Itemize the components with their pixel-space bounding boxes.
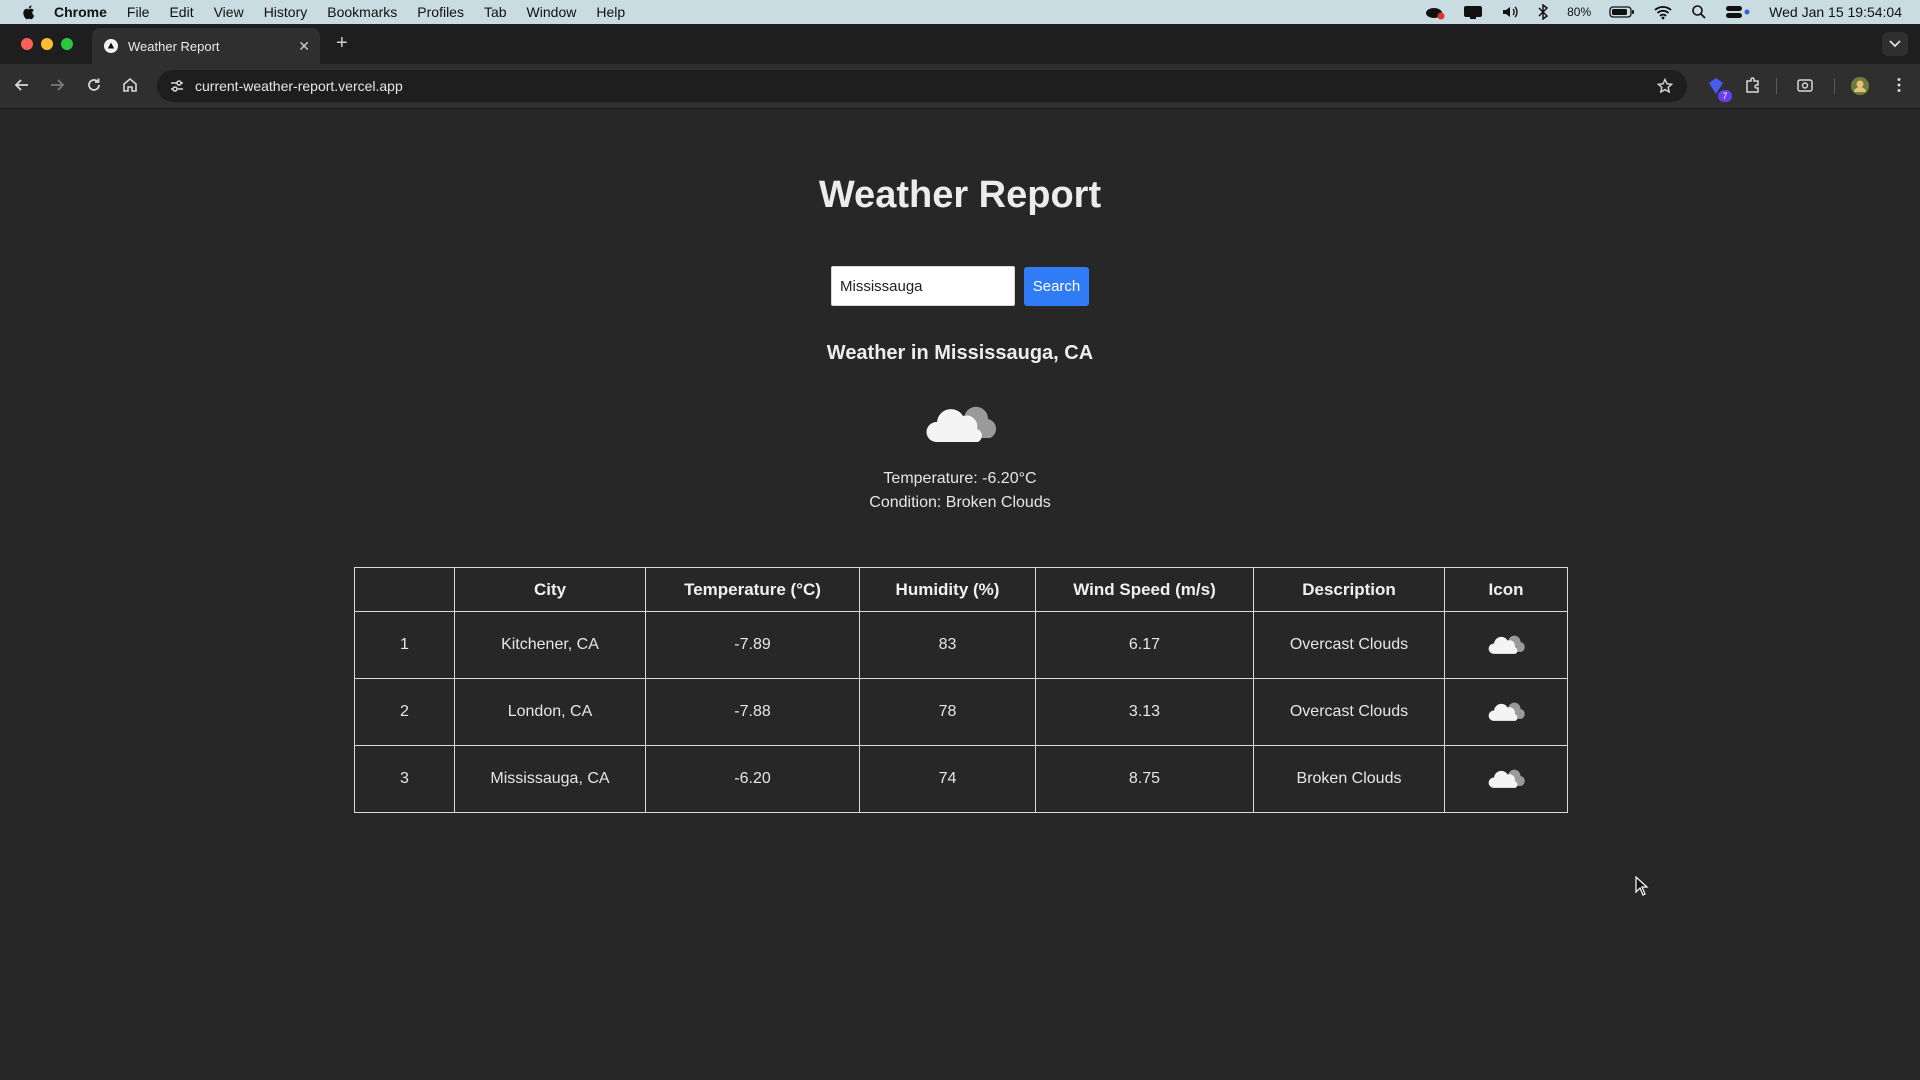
extensions-puzzle-icon[interactable]	[1744, 76, 1762, 94]
site-info-icon[interactable]	[169, 78, 185, 94]
row-temperature: -6.20	[645, 745, 860, 813]
row-city: London, CA	[454, 678, 646, 746]
wifi-icon[interactable]	[1653, 4, 1673, 20]
toolbar-separator	[1776, 78, 1777, 94]
row-index: 1	[354, 611, 455, 679]
broken-clouds-icon	[926, 406, 997, 442]
profile-avatar-icon[interactable]	[1850, 76, 1870, 96]
row-wind-speed: 3.13	[1035, 678, 1254, 746]
menu-history[interactable]: History	[264, 4, 308, 20]
back-arrow-icon[interactable]	[13, 76, 31, 94]
row-city: Mississauga, CA	[454, 745, 646, 813]
menu-profiles[interactable]: Profiles	[417, 4, 464, 20]
table-header-row: City Temperature (°C) Humidity (%) Wind …	[354, 567, 1568, 612]
menu-view[interactable]: View	[214, 4, 244, 20]
table-row: 3 Mississauga, CA -6.20 74 8.75 Broken C…	[354, 745, 1568, 813]
chrome-menu-icon[interactable]	[1890, 76, 1908, 94]
status-area: 80% Wed Jan 15 19:54:04	[1425, 0, 1902, 24]
row-temperature: -7.88	[645, 678, 860, 746]
row-wind-speed: 6.17	[1035, 611, 1254, 679]
new-tab-button[interactable]: +	[336, 33, 348, 53]
window-maximize-button[interactable]	[61, 38, 73, 50]
row-city: Kitchener, CA	[454, 611, 646, 679]
row-icon-cell	[1444, 745, 1568, 813]
page-title: Weather Report	[818, 174, 1102, 216]
vercel-favicon-icon	[104, 39, 118, 53]
menu-bookmarks[interactable]: Bookmarks	[327, 4, 397, 20]
table-row: 1 Kitchener, CA -7.89 83 6.17 Overcast C…	[354, 611, 1568, 679]
broken-clouds-icon	[1488, 769, 1525, 788]
current-condition: Condition: Broken Clouds	[869, 494, 1051, 511]
row-description: Broken Clouds	[1253, 745, 1445, 813]
address-bar[interactable]: current-weather-report.vercel.app	[157, 70, 1687, 102]
menu-file[interactable]: File	[127, 4, 150, 20]
row-description: Overcast Clouds	[1253, 678, 1445, 746]
overcast-clouds-icon	[1488, 635, 1525, 654]
menu-chrome[interactable]: Chrome	[54, 4, 107, 20]
menu-help[interactable]: Help	[596, 4, 625, 20]
window-minimize-button[interactable]	[41, 38, 53, 50]
header-index	[354, 567, 455, 612]
macos-menu-bar: Chrome File Edit View History Bookmarks …	[0, 0, 1920, 24]
row-wind-speed: 8.75	[1035, 745, 1254, 813]
menubar-clock[interactable]: Wed Jan 15 19:54:04	[1769, 4, 1902, 20]
bluetooth-icon[interactable]	[1537, 4, 1549, 20]
volume-icon[interactable]	[1501, 4, 1519, 20]
weather-page: Weather Report Search Weather in Mississ…	[0, 109, 1920, 1080]
row-icon-cell	[1444, 678, 1568, 746]
home-icon[interactable]	[121, 76, 139, 94]
header-icon: Icon	[1444, 567, 1568, 612]
url-text[interactable]: current-weather-report.vercel.app	[195, 78, 403, 94]
menu-tab[interactable]: Tab	[484, 4, 507, 20]
extension-badge: 7	[1718, 90, 1732, 102]
spotlight-search-icon[interactable]	[1691, 4, 1707, 20]
city-search-input[interactable]	[831, 266, 1015, 306]
menu-window[interactable]: Window	[527, 4, 577, 20]
reload-icon[interactable]	[85, 76, 103, 94]
mouse-cursor-icon	[1635, 876, 1649, 896]
tab-capture-icon[interactable]	[1796, 76, 1814, 94]
tab-close-icon[interactable]: ✕	[298, 38, 310, 55]
row-humidity: 74	[859, 745, 1036, 813]
header-temperature: Temperature (°C)	[645, 567, 860, 612]
menu-edit[interactable]: Edit	[169, 4, 193, 20]
window-close-button[interactable]	[21, 38, 33, 50]
header-wind-speed: Wind Speed (m/s)	[1035, 567, 1254, 612]
browser-tab-active[interactable]: Weather Report ✕	[92, 28, 320, 64]
row-humidity: 83	[859, 611, 1036, 679]
battery-percent: 80%	[1567, 5, 1592, 19]
search-button[interactable]: Search	[1024, 267, 1089, 306]
browser-toolbar: current-weather-report.vercel.app 7	[0, 64, 1920, 109]
header-city: City	[454, 567, 646, 612]
overcast-clouds-icon	[1488, 702, 1525, 721]
tab-title: Weather Report	[128, 38, 220, 54]
row-icon-cell	[1444, 611, 1568, 679]
creative-cloud-icon[interactable]	[1425, 4, 1445, 20]
current-temperature: Temperature: -6.20°C	[883, 470, 1037, 487]
row-index: 3	[354, 745, 455, 813]
bookmark-star-icon[interactable]	[1657, 78, 1673, 94]
apple-logo-icon[interactable]	[20, 3, 38, 21]
battery-icon[interactable]	[1609, 5, 1635, 19]
table-row: 2 London, CA -7.88 78 3.13 Overcast Clou…	[354, 678, 1568, 746]
display-icon[interactable]	[1463, 4, 1483, 20]
browser-tab-strip: Weather Report ✕ +	[0, 24, 1920, 64]
row-description: Overcast Clouds	[1253, 611, 1445, 679]
forward-arrow-icon[interactable]	[48, 76, 66, 94]
tab-search-button[interactable]	[1882, 32, 1908, 56]
current-weather-heading: Weather in Mississauga, CA	[826, 342, 1094, 364]
row-humidity: 78	[859, 678, 1036, 746]
row-index: 2	[354, 678, 455, 746]
weather-table: City Temperature (°C) Humidity (%) Wind …	[354, 567, 1568, 813]
row-temperature: -7.89	[645, 611, 860, 679]
header-description: Description	[1253, 567, 1445, 612]
chevron-down-icon	[1889, 40, 1901, 48]
header-humidity: Humidity (%)	[859, 567, 1036, 612]
control-center-icon[interactable]	[1725, 4, 1751, 20]
toolbar-separator	[1834, 78, 1835, 94]
